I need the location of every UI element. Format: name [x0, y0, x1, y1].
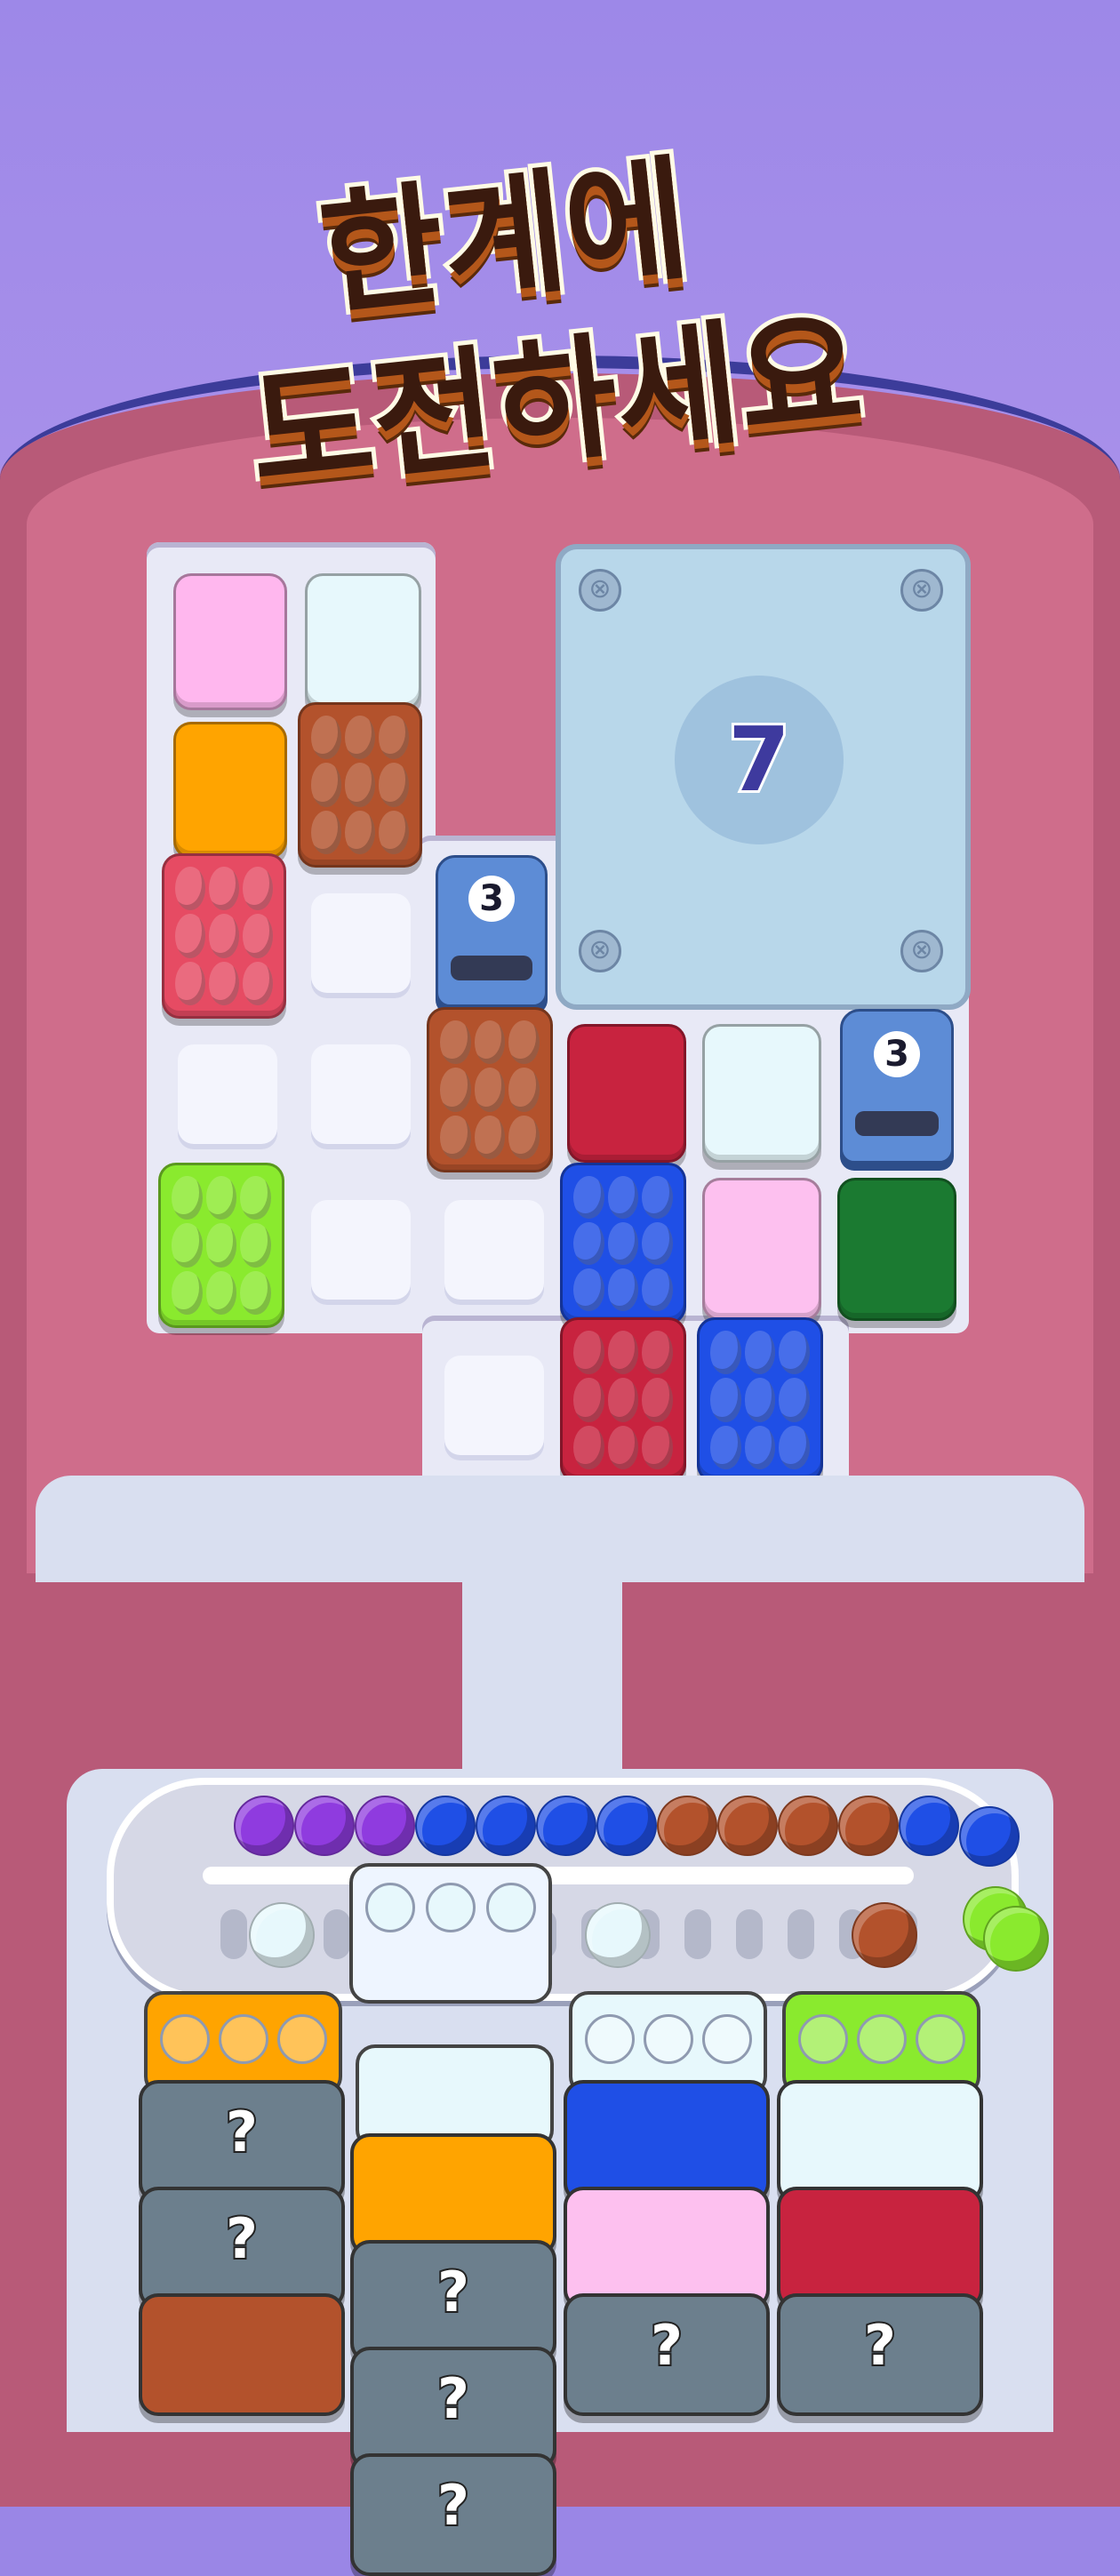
pipe-count: 3: [468, 876, 515, 922]
collector-hole: [916, 2014, 965, 2064]
ball-blue: [596, 1796, 657, 1856]
funnel-neck: [462, 1564, 622, 1796]
collector-hole: [160, 2014, 210, 2064]
collector-hole: [702, 2014, 752, 2064]
crate-orange: [350, 2133, 556, 2256]
empty-cell: [311, 1044, 411, 1144]
block-ice[interactable]: [702, 1024, 821, 1163]
crate-brown: [139, 2293, 345, 2416]
spawner-pipe: 3: [840, 1009, 954, 1164]
egg-crate-blue[interactable]: [560, 1163, 686, 1324]
screw-icon: ⊗: [900, 930, 943, 972]
question-mark-icon: ?: [436, 2471, 471, 2540]
block-crimson[interactable]: [567, 1024, 686, 1163]
question-mark-icon: ?: [862, 2311, 898, 2380]
ball-blue: [415, 1796, 476, 1856]
question-mark-icon: ?: [649, 2311, 684, 2380]
question-mark-icon: ?: [224, 2098, 260, 2166]
mystery-crate: ?: [350, 2453, 556, 2576]
ball-brown: [717, 1796, 778, 1856]
ball-purple: [355, 1796, 415, 1856]
block-ice[interactable]: [305, 573, 421, 710]
collector-hole: [644, 2014, 693, 2064]
collector-on-belt[interactable]: [349, 1863, 552, 2004]
collector-hole: [426, 1883, 476, 1932]
ball-ice: [249, 1902, 315, 1968]
collector-hole: [585, 2014, 635, 2064]
collector-hole: [857, 2014, 907, 2064]
ball-brown: [778, 1796, 838, 1856]
mystery-crate: ?: [139, 2187, 345, 2309]
ball-purple: [294, 1796, 355, 1856]
ball-conveyor: [107, 1778, 1049, 2004]
block-pale-pink[interactable]: [702, 1178, 821, 1321]
collector-hole: [486, 1883, 536, 1932]
conveyor-rail: [203, 1867, 914, 1884]
spawner-pipe: 3: [436, 855, 548, 1007]
question-mark-icon: ?: [224, 2204, 260, 2273]
conveyor-slot: [220, 1909, 247, 1959]
ball-brown: [838, 1796, 899, 1856]
block-pink[interactable]: [173, 573, 287, 710]
ball-ice: [585, 1902, 651, 1968]
egg-crate-blue[interactable]: [697, 1317, 823, 1483]
screw-icon: ⊗: [579, 930, 621, 972]
egg-crate-lime[interactable]: [158, 1163, 284, 1328]
collector-hole: [219, 2014, 268, 2064]
crate-ice: [777, 2080, 983, 2203]
crate-pale_pink: [564, 2187, 770, 2309]
vault-counter: 7: [675, 676, 844, 844]
pipe-slot: [855, 1111, 939, 1136]
locked-vault: ⊗ ⊗ ⊗ ⊗ 7: [556, 544, 971, 1010]
egg-crate-red[interactable]: [162, 853, 286, 1019]
pipe-count: 3: [874, 1031, 920, 1077]
empty-cell: [311, 1200, 411, 1300]
empty-cell: [311, 893, 411, 993]
collector-hole: [365, 1883, 415, 1932]
mystery-crate: ?: [139, 2080, 345, 2203]
mystery-crate: ?: [564, 2293, 770, 2416]
ball-blue: [959, 1806, 1020, 1867]
mystery-crate: ?: [350, 2347, 556, 2469]
egg-crate-brown[interactable]: [298, 702, 422, 868]
ball-blue: [899, 1796, 959, 1856]
collector-hole: [798, 2014, 848, 2064]
vault-count: 7: [725, 705, 793, 814]
screw-icon: ⊗: [579, 569, 621, 612]
question-mark-icon: ?: [436, 2258, 471, 2326]
screw-icon: ⊗: [900, 569, 943, 612]
ball-brown: [852, 1902, 917, 1968]
ball-brown: [657, 1796, 717, 1856]
block-green[interactable]: [837, 1178, 956, 1321]
collector-hole: [277, 2014, 327, 2064]
mystery-crate: ?: [777, 2293, 983, 2416]
egg-crate-brown[interactable]: [427, 1007, 553, 1172]
ball-lime: [983, 1906, 1049, 1972]
empty-cell: [178, 1044, 277, 1144]
ball-blue: [476, 1796, 536, 1856]
ball-blue: [536, 1796, 596, 1856]
ball-purple: [234, 1796, 294, 1856]
empty-cell: [444, 1200, 544, 1300]
egg-crate-crimson[interactable]: [560, 1317, 686, 1483]
crate-crimson: [777, 2187, 983, 2309]
question-mark-icon: ?: [436, 2364, 471, 2433]
empty-cell: [444, 1356, 544, 1455]
mystery-crate: ?: [350, 2240, 556, 2363]
pipe-slot: [451, 956, 532, 980]
block-orange[interactable]: [173, 722, 287, 859]
crate-blue: [564, 2080, 770, 2203]
